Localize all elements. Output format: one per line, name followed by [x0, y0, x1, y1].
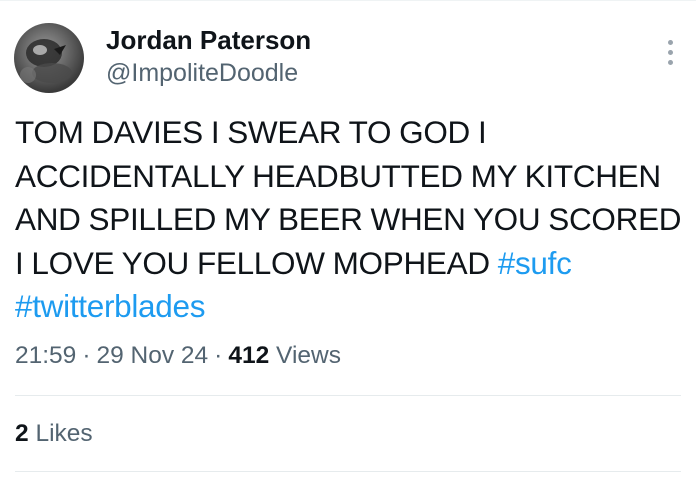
views-count[interactable]: 412 — [228, 342, 269, 369]
meta-separator: · — [82, 342, 91, 369]
tweet-text-line: ACCIDENTALLY HEADBUTTED MY KITCHEN — [15, 157, 661, 194]
top-divider — [0, 0, 696, 1]
tweet-text: TOM DAVIES I SWEAR TO GOD I ACCIDENTALLY… — [15, 111, 687, 329]
tweet-text-fragment: I LOVE YOU FELLOW MOPHEAD — [15, 244, 498, 281]
likes-link[interactable]: 2 Likes — [15, 416, 93, 452]
more-dot — [667, 39, 673, 45]
divider — [15, 395, 681, 396]
tweet-date[interactable]: 29 Nov 24 — [96, 342, 208, 369]
divider — [15, 471, 681, 472]
likes-count: 2 — [15, 420, 29, 447]
more-dot — [667, 59, 673, 65]
tweet-text-line: I LOVE YOU FELLOW MOPHEAD #sufc — [15, 242, 687, 286]
display-name[interactable]: Jordan Paterson — [106, 23, 311, 57]
author-names: Jordan Paterson @ImpoliteDoodle — [106, 23, 311, 89]
tweet-time[interactable]: 21:59 — [15, 342, 76, 369]
user-handle[interactable]: @ImpoliteDoodle — [106, 57, 311, 89]
hashtag-link-twitterblades[interactable]: #twitterblades — [15, 288, 205, 324]
tweet-text-line: #twitterblades — [15, 285, 687, 329]
more-dot — [667, 49, 673, 55]
more-options-icon[interactable] — [658, 34, 682, 70]
views-label[interactable]: Views — [276, 342, 341, 369]
hashtag-link-sufc[interactable]: #sufc — [498, 245, 572, 281]
tweet-text-line: AND SPILLED MY BEER WHEN YOU SCORED — [15, 201, 682, 237]
tweet-meta: 21:59 · 29 Nov 24 · 412 Views — [15, 338, 341, 374]
tweet-text-line: TOM DAVIES I SWEAR TO GOD I — [15, 114, 487, 150]
meta-separator: · — [214, 342, 223, 369]
avatar-image — [20, 39, 72, 83]
likes-label: Likes — [35, 420, 93, 447]
avatar[interactable] — [14, 23, 84, 93]
tweet-header: Jordan Paterson @ImpoliteDoodle — [14, 22, 682, 94]
